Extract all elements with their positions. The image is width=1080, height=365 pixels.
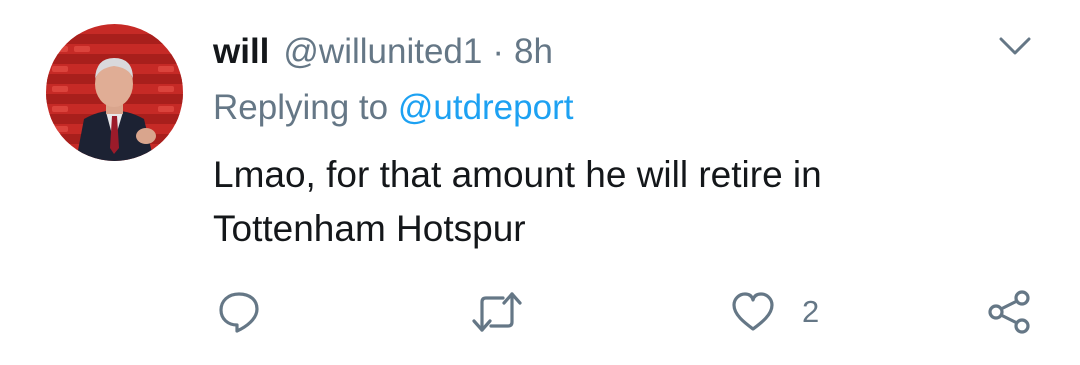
- share-nodes-icon: [988, 290, 1030, 334]
- heart-outline-icon: [732, 292, 774, 331]
- retweet-arrows-icon: [472, 292, 522, 332]
- tweet[interactable]: will @willunited1 · 8h Replying to @utdr…: [0, 0, 1080, 365]
- replying-to: Replying to @utdreport: [213, 88, 573, 128]
- avatar[interactable]: [46, 24, 183, 161]
- tweet-text-line: Lmao, for that amount he will retire in: [213, 154, 822, 195]
- chevron-down-icon: [999, 37, 1031, 55]
- like-count: 2: [802, 294, 820, 329]
- replying-prefix: Replying to: [213, 88, 389, 127]
- avatar-image: [46, 24, 183, 161]
- user-handle[interactable]: @willunited1: [283, 32, 482, 72]
- tweet-text-line: Tottenham Hotspur: [213, 208, 526, 249]
- tweet-text: Lmao, for that amount he will retire in …: [213, 148, 1033, 256]
- like-button[interactable]: 2: [730, 288, 819, 336]
- reply-button[interactable]: [217, 288, 261, 336]
- retweet-button[interactable]: [470, 288, 524, 336]
- separator-dot: ·: [492, 32, 505, 71]
- share-button[interactable]: [986, 288, 1032, 336]
- display-name[interactable]: will: [213, 32, 269, 72]
- reply-mention-link[interactable]: @utdreport: [398, 88, 574, 127]
- comment-bubble-icon: [219, 292, 259, 333]
- more-options-button[interactable]: [998, 34, 1032, 58]
- tweet-header: will @willunited1 · 8h: [213, 28, 553, 76]
- timestamp[interactable]: 8h: [514, 32, 553, 72]
